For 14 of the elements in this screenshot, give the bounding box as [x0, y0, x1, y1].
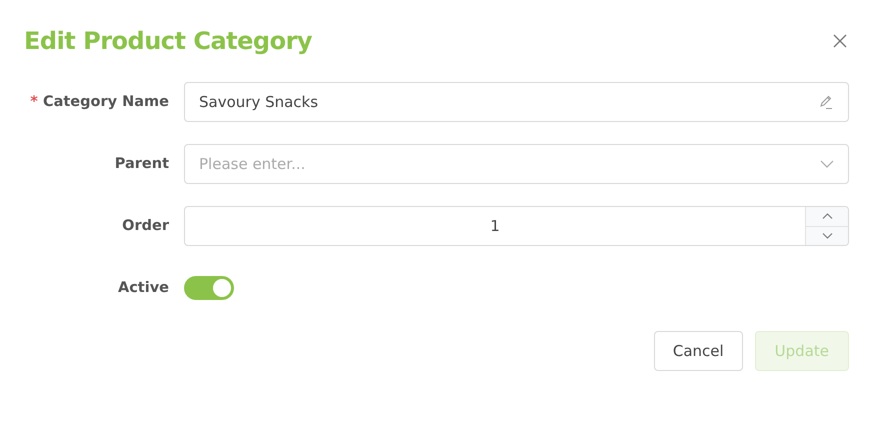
pencil-icon [818, 94, 834, 110]
text-input[interactable]: Savoury Snacks [184, 82, 849, 122]
field-label: Active [118, 280, 169, 296]
dialog-title: Edit Product Category [24, 27, 312, 55]
cancel-button[interactable]: Cancel [654, 331, 743, 371]
chevron-down-icon [822, 232, 832, 239]
close-icon[interactable] [833, 34, 847, 48]
field-label: Parent [114, 156, 169, 172]
field-label: * Category Name [30, 94, 169, 110]
number-input[interactable]: 1 [184, 206, 849, 246]
field-label: Order [122, 218, 169, 234]
chevron-down-icon [820, 160, 834, 168]
toggle-switch[interactable] [184, 276, 234, 300]
chevron-up-icon [822, 213, 832, 220]
